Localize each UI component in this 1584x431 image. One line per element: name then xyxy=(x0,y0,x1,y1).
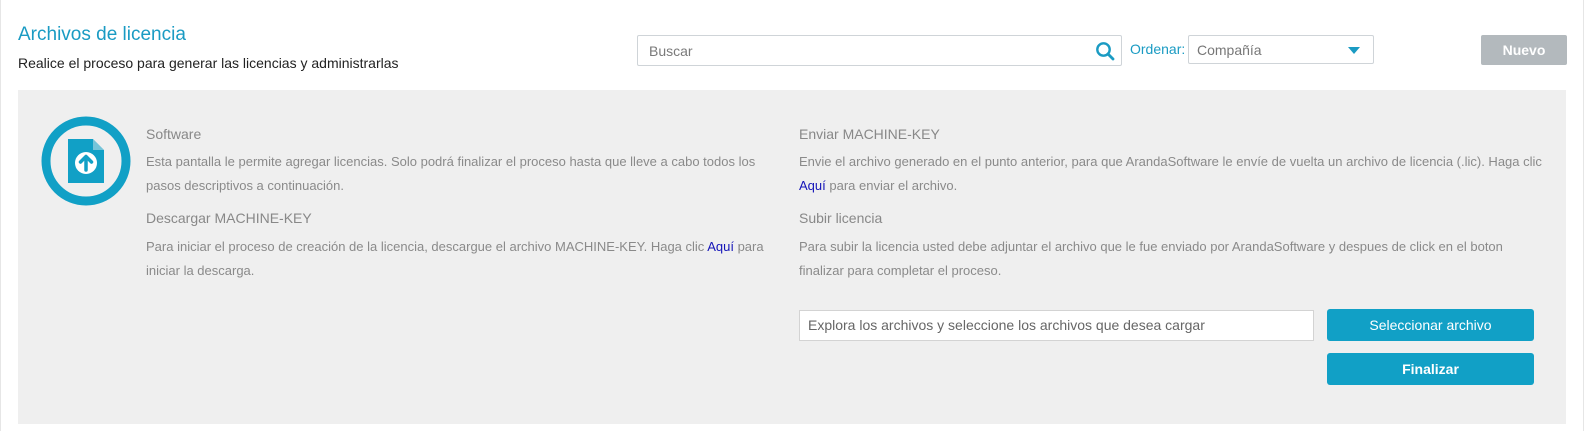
sort-label: Ordenar: xyxy=(1130,41,1186,57)
search-input[interactable] xyxy=(638,36,1088,65)
sort-select[interactable]: Compañía xyxy=(1188,35,1374,64)
page-subtitle: Realice el proceso para generar las lice… xyxy=(18,55,399,71)
upload-text: Para subir la licencia usted debe adjunt… xyxy=(799,239,1503,278)
chevron-down-icon xyxy=(1348,47,1360,54)
send-text-before: Envie el archivo generado en el punto an… xyxy=(799,154,1542,169)
page-title: Archivos de licencia xyxy=(18,24,186,45)
software-title: Software xyxy=(146,126,202,142)
download-link[interactable]: Aquí xyxy=(707,239,734,254)
finish-button[interactable]: Finalizar xyxy=(1327,353,1534,385)
search-box xyxy=(637,35,1122,66)
send-link[interactable]: Aquí xyxy=(799,178,826,193)
download-text: Para iniciar el proceso de creación de l… xyxy=(146,235,766,283)
send-text-after: para enviar el archivo. xyxy=(825,178,958,193)
send-title: Enviar MACHINE-KEY xyxy=(799,126,940,142)
page-header: Archivos de licencia Realice el proceso … xyxy=(0,0,1584,90)
upload-title: Subir licencia xyxy=(799,210,883,226)
sort-selected-value: Compañía xyxy=(1197,42,1262,58)
search-icon[interactable] xyxy=(1095,41,1115,61)
download-text-before: Para iniciar el proceso de creación de l… xyxy=(146,239,708,254)
send-text: Envie el archivo generado en el punto an… xyxy=(799,150,1544,198)
software-text: Esta pantalla le permite agregar licenci… xyxy=(146,154,756,193)
select-file-button[interactable]: Seleccionar archivo xyxy=(1327,309,1534,341)
file-path-field[interactable]: Explora los archivos y seleccione los ar… xyxy=(799,310,1314,341)
download-title: Descargar MACHINE-KEY xyxy=(146,210,312,226)
new-button[interactable]: Nuevo xyxy=(1481,35,1567,65)
file-upload-icon xyxy=(41,116,131,206)
